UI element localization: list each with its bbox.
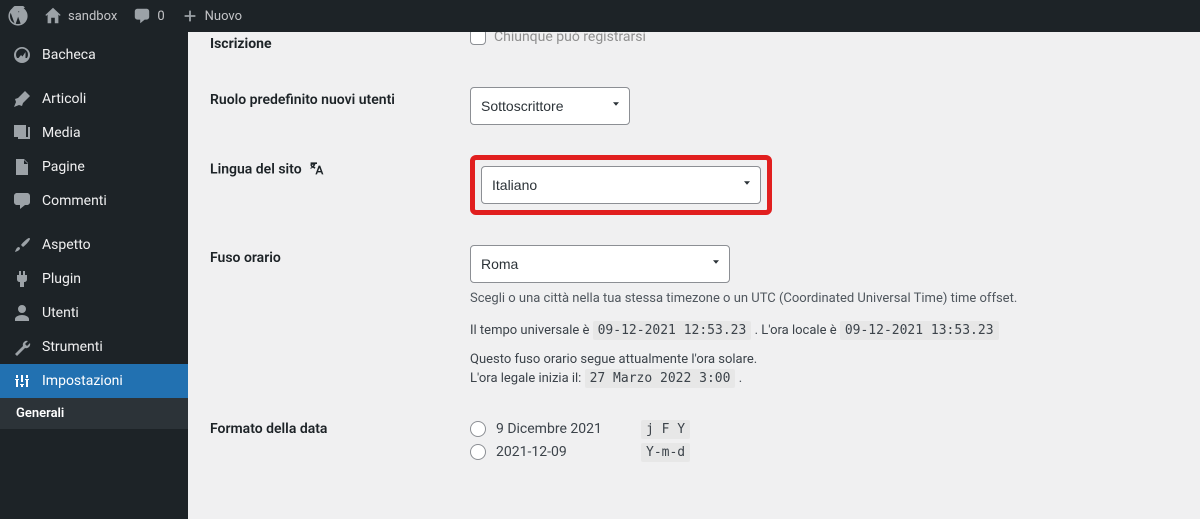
pages-icon bbox=[12, 157, 32, 177]
subscription-checkbox[interactable] bbox=[470, 32, 486, 45]
default-role-select[interactable]: Sottoscrittore bbox=[470, 87, 630, 125]
sidebar-label: Strumenti bbox=[42, 339, 103, 355]
new-content-label: Nuovo bbox=[205, 9, 242, 24]
comment-icon bbox=[12, 191, 32, 211]
sidebar-item-tools[interactable]: Strumenti bbox=[0, 330, 188, 364]
sidebar-label: Bacheca bbox=[42, 47, 96, 63]
sidebar-label: Commenti bbox=[42, 193, 107, 209]
sidebar-label: Plugin bbox=[42, 271, 81, 287]
sidebar-label: Articoli bbox=[42, 91, 86, 107]
site-language-select[interactable]: Italiano bbox=[481, 166, 761, 204]
translate-icon bbox=[309, 164, 325, 180]
date-format-example: 9 Dicembre 2021 bbox=[496, 421, 631, 437]
site-name: sandbox bbox=[68, 9, 117, 24]
site-link[interactable]: sandbox bbox=[44, 7, 117, 25]
comments-link[interactable]: 0 bbox=[133, 7, 164, 25]
sidebar-item-pages[interactable]: Pagine bbox=[0, 150, 188, 184]
sidebar-item-users[interactable]: Utenti bbox=[0, 296, 188, 330]
radio-icon bbox=[470, 421, 486, 437]
date-format-token: Y-m-d bbox=[641, 443, 690, 462]
sidebar-label: Utenti bbox=[42, 305, 79, 321]
date-format-example: 2021-12-09 bbox=[496, 444, 631, 460]
subscription-label: Iscrizione bbox=[210, 36, 272, 52]
utc-time-value: 09-12-2021 12:53.23 bbox=[593, 321, 752, 340]
subscription-checkbox-label: Chiunque può registrarsi bbox=[494, 32, 646, 45]
sidebar-item-settings[interactable]: Impostazioni bbox=[0, 364, 188, 398]
sidebar-label: Impostazioni bbox=[42, 373, 123, 389]
pin-icon bbox=[12, 89, 32, 109]
dst-info-2: L'ora legale inizia il: 27 Marzo 2022 3:… bbox=[470, 371, 1168, 386]
date-format-token: j F Y bbox=[641, 420, 690, 439]
dst-start-value: 27 Marzo 2022 3:00 bbox=[585, 369, 736, 388]
sidebar-item-comments[interactable]: Commenti bbox=[0, 184, 188, 218]
settings-form-table: Iscrizione Chiunque può registrarsi Ruol… bbox=[210, 32, 1178, 481]
dst-info-1: Questo fuso orario segue attualmente l'o… bbox=[470, 352, 1168, 367]
timezone-label: Fuso orario bbox=[210, 250, 281, 266]
radio-icon bbox=[470, 444, 486, 460]
user-icon bbox=[12, 303, 32, 323]
admin-toolbar: sandbox 0 Nuovo bbox=[0, 0, 1200, 32]
new-content-link[interactable]: Nuovo bbox=[181, 7, 242, 25]
admin-sidebar: Bacheca Articoli Media Pagine Commenti A… bbox=[0, 32, 188, 519]
comments-count: 0 bbox=[157, 9, 164, 24]
wp-logo[interactable] bbox=[8, 6, 28, 26]
plus-icon bbox=[181, 7, 199, 25]
date-format-option-1[interactable]: 9 Dicembre 2021 j F Y bbox=[470, 420, 1168, 439]
wordpress-icon bbox=[8, 6, 28, 26]
sidebar-item-plugins[interactable]: Plugin bbox=[0, 262, 188, 296]
home-icon bbox=[44, 7, 62, 25]
date-format-label: Formato della data bbox=[210, 421, 327, 437]
sidebar-item-appearance[interactable]: Aspetto bbox=[0, 228, 188, 262]
default-role-label: Ruolo predefinito nuovi utenti bbox=[210, 92, 395, 108]
sliders-icon bbox=[12, 371, 32, 391]
media-icon bbox=[12, 123, 32, 143]
sidebar-item-dashboard[interactable]: Bacheca bbox=[0, 38, 188, 72]
timezone-select[interactable]: Roma bbox=[470, 245, 730, 283]
sidebar-item-media[interactable]: Media bbox=[0, 116, 188, 150]
brush-icon bbox=[12, 235, 32, 255]
utc-local-time: Il tempo universale è 09-12-2021 12:53.2… bbox=[470, 323, 1168, 338]
language-highlight: Italiano bbox=[470, 155, 772, 215]
dashboard-icon bbox=[12, 45, 32, 65]
sidebar-sublabel: Generali bbox=[16, 406, 64, 421]
settings-general-page: Iscrizione Chiunque può registrarsi Ruol… bbox=[188, 32, 1200, 519]
local-time-value: 09-12-2021 13:53.23 bbox=[840, 321, 999, 340]
date-format-option-2[interactable]: 2021-12-09 Y-m-d bbox=[470, 443, 1168, 462]
sidebar-label: Aspetto bbox=[42, 237, 91, 253]
site-language-label: Lingua del sito bbox=[210, 162, 302, 178]
timezone-description: Scegli o una città nella tua stessa time… bbox=[470, 289, 1168, 309]
sidebar-label: Media bbox=[42, 125, 81, 141]
wrench-icon bbox=[12, 337, 32, 357]
sidebar-item-posts[interactable]: Articoli bbox=[0, 82, 188, 116]
sidebar-label: Pagine bbox=[42, 159, 85, 175]
comment-icon bbox=[133, 7, 151, 25]
sidebar-subitem-general[interactable]: Generali bbox=[0, 398, 188, 429]
plugin-icon bbox=[12, 269, 32, 289]
